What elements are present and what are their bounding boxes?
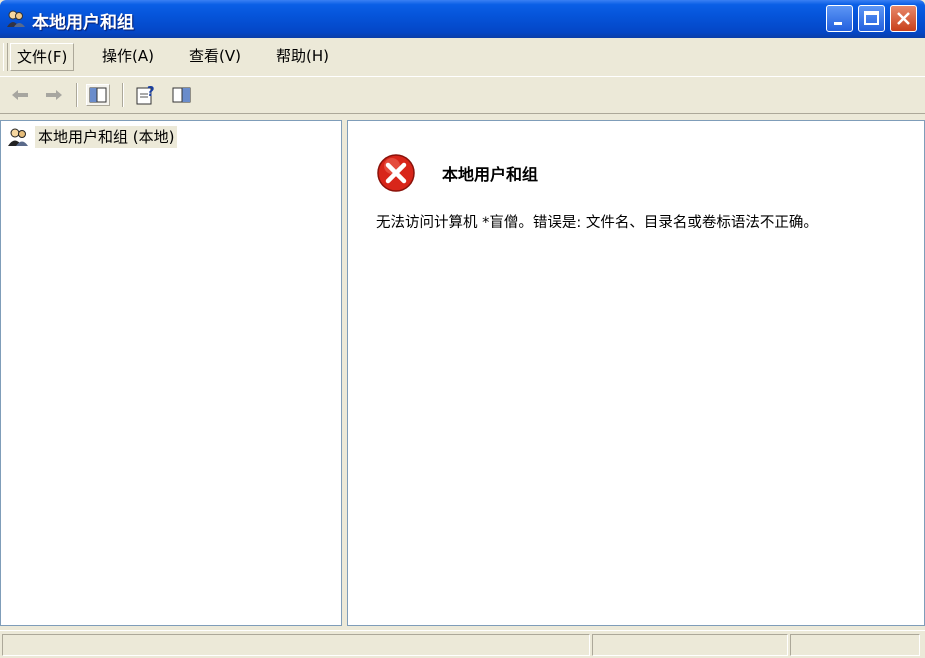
show-hide-tree-icon[interactable] bbox=[86, 84, 110, 106]
menu-help[interactable]: 帮助(H) bbox=[270, 43, 335, 69]
forward-icon[interactable] bbox=[42, 84, 66, 106]
svg-text:?: ? bbox=[147, 85, 155, 100]
error-title: 本地用户和组 bbox=[442, 165, 539, 184]
toolbar-separator bbox=[122, 83, 124, 107]
window-title: 本地用户和组 bbox=[32, 13, 134, 33]
tree-pane[interactable]: 本地用户和组 (本地) bbox=[0, 120, 342, 626]
status-cell bbox=[592, 634, 788, 656]
menu-view[interactable]: 查看(V) bbox=[183, 43, 247, 69]
toolbar: ? bbox=[0, 76, 925, 114]
tree-root-label: 本地用户和组 (本地) bbox=[35, 126, 178, 148]
users-groups-icon bbox=[7, 127, 29, 147]
users-groups-icon bbox=[6, 9, 26, 29]
show-hide-action-pane-icon[interactable] bbox=[170, 84, 194, 106]
help-icon[interactable]: ? bbox=[134, 84, 158, 106]
status-cell bbox=[790, 634, 920, 656]
back-icon[interactable] bbox=[8, 84, 32, 106]
error-message: 无法访问计算机 *盲僧。错误是: 文件名、目录名或卷标语法不正确。 bbox=[376, 215, 818, 231]
error-icon bbox=[376, 153, 416, 193]
status-bar bbox=[0, 630, 925, 658]
menu-action[interactable]: 操作(A) bbox=[96, 43, 160, 69]
minimize-button[interactable] bbox=[826, 5, 853, 32]
title-bar[interactable]: 本地用户和组 bbox=[0, 0, 925, 38]
menu-bar: 文件(F) 操作(A) 查看(V) 帮助(H) bbox=[0, 38, 925, 76]
details-pane: 本地用户和组 无法访问计算机 *盲僧。错误是: 文件名、目录名或卷标语法不正确。 bbox=[347, 120, 925, 626]
toolbar-separator bbox=[76, 83, 78, 107]
maximize-button[interactable] bbox=[858, 5, 885, 32]
close-button[interactable] bbox=[890, 5, 917, 32]
menu-grip[interactable] bbox=[3, 43, 8, 71]
menu-file[interactable]: 文件(F) bbox=[10, 43, 75, 71]
status-cell bbox=[2, 634, 590, 656]
